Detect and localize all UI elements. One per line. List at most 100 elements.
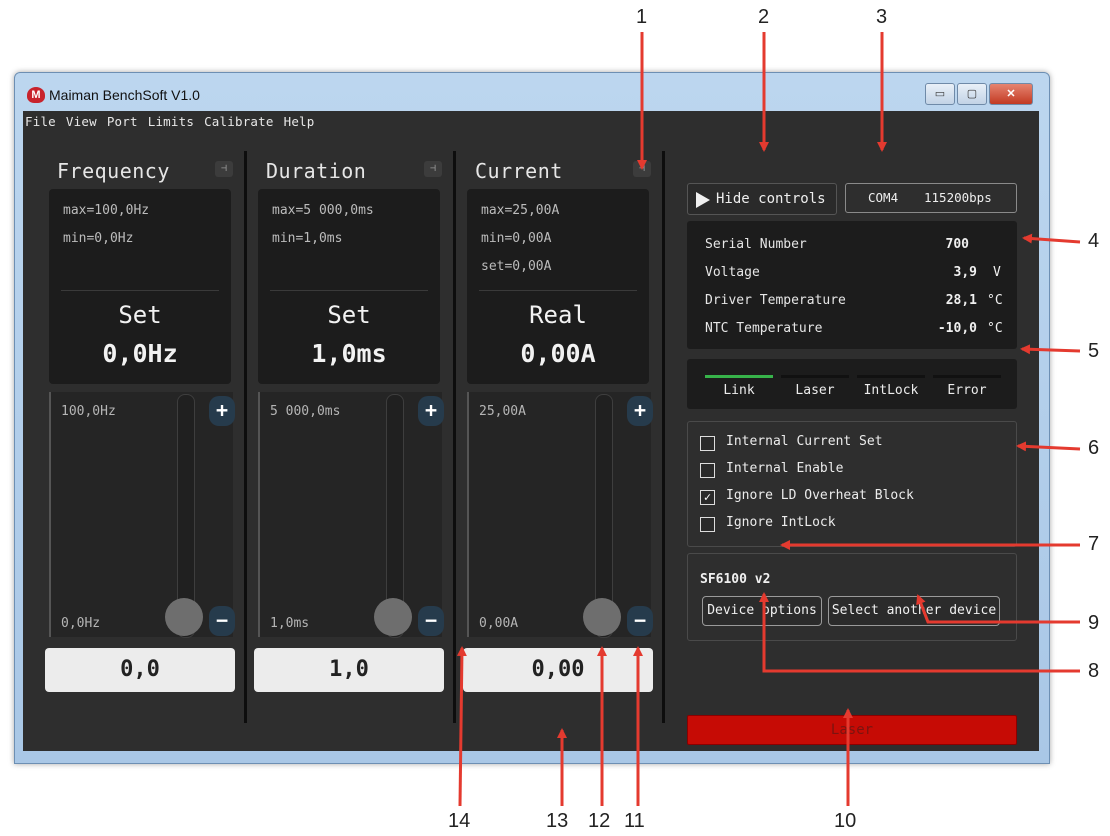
- option-label: Ignore IntLock: [726, 515, 836, 530]
- value-mode: Set: [118, 301, 162, 329]
- indicator-bar: [857, 375, 925, 378]
- menu-port[interactable]: Port: [107, 111, 138, 133]
- callout-3: 3: [876, 6, 888, 28]
- indicator-panel: Link Laser IntLock Error: [687, 359, 1017, 409]
- checkbox[interactable]: [700, 436, 715, 451]
- app-window: M Maiman BenchSoft V1.0 ▭ ▢ ✕ File View …: [14, 72, 1050, 764]
- value-input[interactable]: 1,0: [254, 648, 444, 692]
- indicator-label: Laser: [795, 383, 835, 398]
- serial-number-value: 700: [945, 237, 969, 252]
- callout-9: 9: [1088, 612, 1100, 634]
- minimize-icon[interactable]: ▭: [925, 83, 955, 105]
- callout-10: 10: [834, 810, 857, 832]
- callout-14: 14: [448, 810, 471, 832]
- value-input[interactable]: 0,00: [463, 648, 653, 692]
- indicator-label: Error: [947, 383, 987, 398]
- limit-max: max=5 000,0ms: [272, 203, 374, 218]
- limit-max: max=25,00A: [481, 203, 560, 218]
- menu-view[interactable]: View: [66, 111, 97, 133]
- com-baud: 115200bps: [924, 190, 992, 205]
- duration-column: Duration ⊣ max=5 000,0ms min=1,0ms Set 1…: [254, 151, 446, 733]
- callout-1: 1: [636, 6, 648, 28]
- device-options-button[interactable]: Device options: [702, 596, 822, 626]
- indicator-bar: [705, 375, 773, 378]
- column-divider: [244, 151, 247, 723]
- callout-2: 2: [758, 6, 770, 28]
- value-input[interactable]: 0,0: [45, 648, 235, 692]
- callout-8: 8: [1088, 660, 1100, 682]
- hide-controls-button[interactable]: Hide controls: [687, 183, 837, 215]
- indicator-label: IntLock: [863, 383, 919, 398]
- menu-file[interactable]: File: [25, 111, 56, 133]
- slider-area: 25,00A 0,00A + −: [467, 392, 653, 638]
- indicator-bar: [781, 375, 849, 378]
- checkbox[interactable]: [700, 517, 715, 532]
- callout-7: 7: [1088, 533, 1100, 555]
- increment-button[interactable]: +: [418, 396, 444, 426]
- driver-temp-unit: °C: [987, 293, 1003, 308]
- limit-set: set=0,00A: [481, 259, 552, 274]
- limit-min: min=0,00A: [481, 231, 552, 246]
- pin-icon[interactable]: ⊣: [215, 161, 233, 177]
- hide-controls-label: Hide controls: [716, 191, 826, 207]
- indicator-laser: Laser: [781, 363, 849, 403]
- divider: [61, 290, 219, 291]
- voltage-value: 3,9: [953, 265, 977, 280]
- device-name: SF6100 v2: [700, 572, 771, 587]
- com-port-box[interactable]: COM4 115200bps: [845, 183, 1017, 213]
- decrement-button[interactable]: −: [209, 606, 235, 636]
- frequency-column: Frequency ⊣ max=100,0Hz min=0,0Hz Set 0,…: [45, 151, 237, 733]
- decrement-button[interactable]: −: [418, 606, 444, 636]
- callout-12: 12: [588, 810, 611, 832]
- decrement-button[interactable]: −: [627, 606, 653, 636]
- menu-help[interactable]: Help: [284, 111, 315, 133]
- menu-calibrate[interactable]: Calibrate: [204, 111, 274, 133]
- increment-button[interactable]: +: [209, 396, 235, 426]
- title-bar[interactable]: M Maiman BenchSoft V1.0 ▭ ▢ ✕: [15, 73, 1049, 111]
- checkbox[interactable]: [700, 463, 715, 478]
- app-logo-icon: M: [27, 87, 45, 103]
- increment-button[interactable]: +: [627, 396, 653, 426]
- option-label: Internal Enable: [726, 461, 844, 476]
- maximize-icon[interactable]: ▢: [957, 83, 987, 105]
- callout-13: 13: [546, 810, 569, 832]
- limit-max: max=100,0Hz: [63, 203, 150, 218]
- info-box: max=100,0Hz min=0,0Hz Set 0,0Hz: [49, 189, 231, 384]
- status-panel: Serial Number 700 Voltage 3,9 V Driver T…: [687, 221, 1017, 349]
- driver-temp-label: Driver Temperature: [705, 293, 846, 308]
- com-port: COM4: [868, 190, 899, 205]
- slider-knob[interactable]: [165, 598, 203, 636]
- indicator-label: Link: [723, 383, 755, 398]
- window-title: Maiman BenchSoft V1.0: [49, 87, 200, 103]
- checkbox[interactable]: ✓: [700, 490, 715, 505]
- slider-knob[interactable]: [374, 598, 412, 636]
- range-max: 100,0Hz: [61, 404, 116, 419]
- column-title: Duration: [266, 159, 367, 183]
- limit-min: min=0,0Hz: [63, 231, 134, 246]
- client-area: File View Port Limits Calibrate Help Fre…: [23, 111, 1039, 751]
- current-value: 1,0ms: [311, 339, 387, 368]
- slider-area: 5 000,0ms 1,0ms + −: [258, 392, 444, 638]
- callout-5: 5: [1088, 340, 1100, 362]
- pin-icon[interactable]: ⊣: [424, 161, 442, 177]
- callout-11: 11: [624, 810, 645, 832]
- menu-limits[interactable]: Limits: [148, 111, 194, 133]
- voltage-unit: V: [993, 265, 1001, 280]
- divider: [270, 290, 428, 291]
- window-controls: ▭ ▢ ✕: [925, 83, 1033, 105]
- select-device-button[interactable]: Select another device: [828, 596, 1000, 626]
- option-label: Ignore LD Overheat Block: [726, 488, 914, 503]
- slider-knob[interactable]: [583, 598, 621, 636]
- ntc-temp-unit: °C: [987, 321, 1003, 336]
- play-icon: [696, 192, 710, 208]
- range-min: 0,00A: [479, 616, 519, 631]
- current-value: 0,00A: [520, 339, 596, 368]
- device-panel: SF6100 v2 Device options Select another …: [687, 553, 1017, 641]
- close-icon[interactable]: ✕: [989, 83, 1033, 105]
- option-label: Internal Current Set: [726, 434, 883, 449]
- pin-icon[interactable]: ⊣: [633, 161, 651, 177]
- slider-area: 100,0Hz 0,0Hz + −: [49, 392, 235, 638]
- range-max: 25,00A: [479, 404, 526, 419]
- info-box: max=25,00A min=0,00A set=0,00A Real 0,00…: [467, 189, 649, 384]
- laser-button[interactable]: Laser: [687, 715, 1017, 745]
